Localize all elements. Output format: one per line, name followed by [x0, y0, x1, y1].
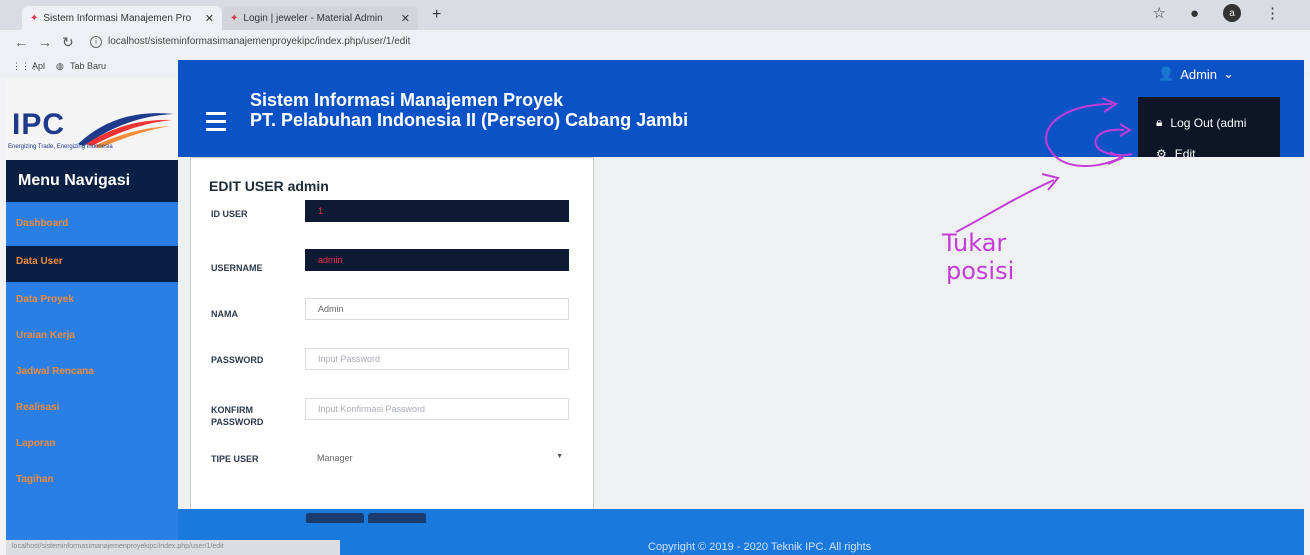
- annotation-line2: posisi: [946, 257, 1015, 285]
- screen: ✦ Sistem Informasi Manajemen Pro ✕ ✦ Log…: [0, 0, 1310, 555]
- annotation-line1: Tukar: [942, 229, 1007, 257]
- annotation-arrows: [955, 97, 1133, 233]
